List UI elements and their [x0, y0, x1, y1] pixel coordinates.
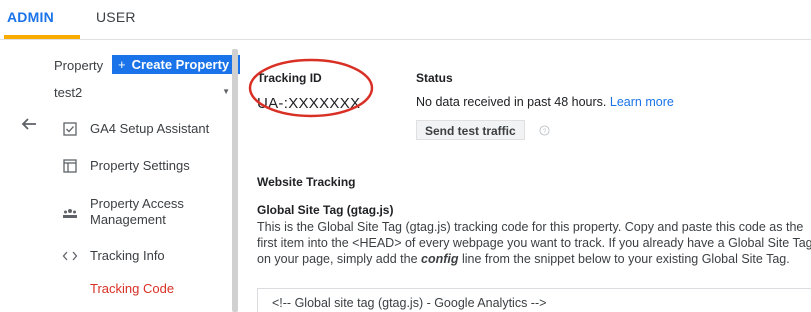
create-property-label: Create Property	[131, 57, 230, 72]
window-icon	[63, 159, 77, 173]
svg-text:?: ?	[543, 128, 547, 135]
sidebar-item-label: Tracking Info	[90, 248, 165, 263]
arrow-left-icon	[21, 118, 36, 130]
property-header: Property + Create Property	[54, 55, 240, 75]
website-tracking-heading: Website Tracking	[257, 175, 356, 189]
help-icon[interactable]: ?	[539, 125, 550, 136]
gtag-description: This is the Global Site Tag (gtag.js) tr…	[257, 220, 811, 266]
top-tab-bar: ADMIN USER	[0, 0, 811, 40]
code-snippet-box[interactable]: <!-- Global site tag (gtag.js) - Google …	[257, 288, 811, 312]
send-test-traffic-button[interactable]: Send test traffic	[416, 120, 525, 140]
active-tab-indicator	[4, 35, 80, 39]
tab-user[interactable]: USER	[96, 9, 136, 25]
property-selector[interactable]: test2 ▼	[54, 85, 230, 105]
snippet-first-line: <!-- Global site tag (gtag.js) - Google …	[272, 296, 547, 310]
sidebar-item-property-access[interactable]: Property Access Management	[54, 196, 234, 230]
sidebar-item-label: Tracking Code	[90, 281, 175, 296]
sidebar-item-property-settings[interactable]: Property Settings	[54, 158, 234, 176]
sidebar-item-label: GA4 Setup Assistant	[90, 121, 210, 136]
status-label: Status	[416, 71, 453, 85]
sidebar-item-label: Property Access Management	[90, 196, 184, 227]
property-label: Property	[54, 58, 104, 73]
sidebar-scrollbar[interactable]	[232, 49, 238, 312]
tracking-code-panel: Tracking ID UA-:XXXXXXX Status No data r…	[248, 41, 811, 312]
code-icon	[62, 251, 78, 261]
admin-sidebar: Property + Create Property test2 ▼ GA4 Se…	[48, 41, 240, 312]
sidebar-item-tracking-code[interactable]: Tracking Code	[54, 281, 234, 299]
red-highlight-ellipse	[248, 58, 374, 118]
sidebar-item-label: Property Settings	[90, 158, 190, 173]
checkbox-icon	[63, 122, 77, 136]
sidebar-item-tracking-info[interactable]: Tracking Info	[54, 248, 234, 266]
gtag-heading: Global Site Tag (gtag.js)	[257, 203, 394, 217]
people-icon	[63, 209, 77, 218]
create-property-button[interactable]: + Create Property	[112, 55, 240, 74]
sidebar-item-ga4-setup[interactable]: GA4 Setup Assistant	[54, 121, 234, 139]
plus-icon: +	[118, 57, 126, 72]
back-button[interactable]	[18, 113, 40, 135]
tab-admin[interactable]: ADMIN	[7, 9, 54, 25]
selected-property: test2	[54, 85, 83, 100]
status-text: No data received in past 48 hours. Learn…	[416, 95, 674, 109]
caret-down-icon: ▼	[222, 87, 230, 96]
learn-more-link[interactable]: Learn more	[610, 95, 674, 109]
